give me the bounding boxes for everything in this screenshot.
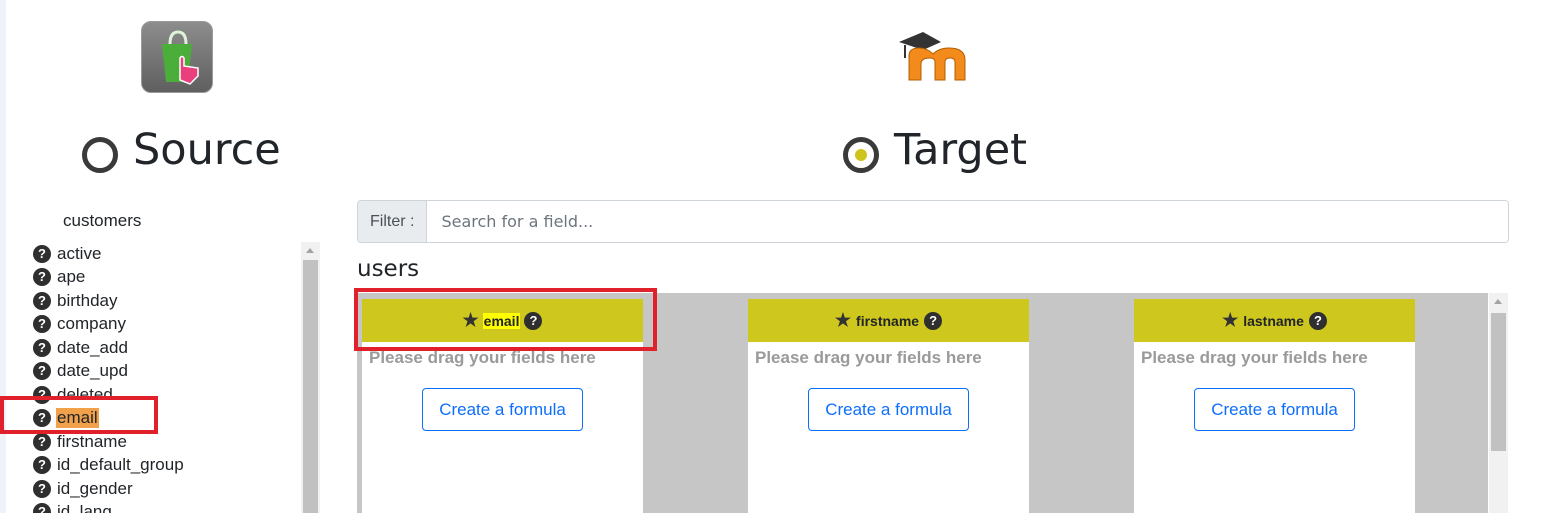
source-field-annotation-box [0,396,158,434]
source-radio-indicator[interactable] [82,137,118,173]
drop-zone-hint[interactable]: Please drag your fields here [748,342,1029,368]
target-heading: Target [894,125,1028,175]
help-icon[interactable]: ? [33,315,51,334]
star-icon: ★ [1222,310,1239,330]
source-field-list: ? active? ape? birthday? company? date_add? da… [33,242,298,513]
scroll-up-arrow-icon[interactable] [1494,299,1502,304]
create-formula-button[interactable]: Create a formula [1194,388,1355,431]
source-field-item[interactable]: ? id_lang [33,501,298,513]
source-field-item[interactable]: ? active [33,242,298,266]
help-icon[interactable]: ? [33,268,51,287]
source-field-item[interactable]: ? company [33,313,298,337]
target-field-header: ★ lastname? [1134,299,1415,342]
source-field-label: firstname [57,431,127,451]
help-icon[interactable]: ? [33,432,51,451]
target-field-card[interactable]: ★ lastname? Please drag your fields here Cr… [1134,299,1415,513]
target-field-card[interactable]: ★ firstname? Please drag your fields here C… [748,299,1029,513]
source-field-item[interactable]: ? id_default_group [33,454,298,478]
source-app-logo [141,21,213,93]
target-field-header: ★ firstname? [748,299,1029,342]
source-module-name: customers [63,211,142,230]
source-field-item[interactable]: ? birthday [33,289,298,313]
target-module-name: users [357,256,420,282]
source-field-label: id_lang [57,502,112,513]
target-app-logo [897,28,973,84]
help-icon[interactable]: ? [33,503,51,513]
source-field-item[interactable]: ? date_add [33,336,298,360]
help-icon[interactable]: ? [33,338,51,357]
filter-search-input[interactable] [427,201,1508,242]
scroll-up-arrow-icon[interactable] [306,248,314,253]
create-formula-button[interactable]: Create a formula [808,388,969,431]
star-icon: ★ [834,310,852,330]
help-icon[interactable]: ? [33,362,51,381]
create-formula-button[interactable]: Create a formula [422,388,583,431]
source-list-scrollbar[interactable] [301,242,320,513]
target-area-scrollbar[interactable] [1489,293,1508,513]
filter-label: Filter : [358,201,428,242]
target-field-name: firstname [856,312,920,329]
source-heading: Source [133,125,281,175]
source-field-item[interactable]: ? id_gender [33,477,298,501]
help-icon[interactable]: ? [33,244,51,263]
source-field-label: id_gender [57,478,133,498]
source-field-item[interactable]: ? date_upd [33,360,298,384]
source-field-item[interactable]: ? ape [33,266,298,290]
scrollbar-thumb[interactable] [303,260,318,513]
source-field-label: company [57,314,126,334]
help-icon[interactable]: ? [33,479,51,498]
source-field-label: date_upd [57,361,128,381]
help-icon[interactable]: ? [1308,311,1327,330]
field-filter: Filter : [357,200,1509,243]
help-icon[interactable]: ? [33,456,51,475]
left-edge-strip [0,0,6,513]
source-field-label: birthday [57,290,118,310]
radio-selected-dot [855,149,867,161]
drop-zone-hint[interactable]: Please drag your fields here [1134,342,1415,368]
source-field-label: date_add [57,337,128,357]
source-field-label: active [57,243,102,263]
target-radio-indicator[interactable] [843,137,879,173]
source-field-label: id_default_group [57,455,184,475]
help-icon[interactable]: ? [33,291,51,310]
help-icon[interactable]: ? [924,311,943,330]
scrollbar-thumb[interactable] [1491,313,1506,451]
target-field-annotation-box [354,288,657,351]
target-field-name: lastname [1243,312,1304,329]
source-field-label: ape [57,267,86,287]
